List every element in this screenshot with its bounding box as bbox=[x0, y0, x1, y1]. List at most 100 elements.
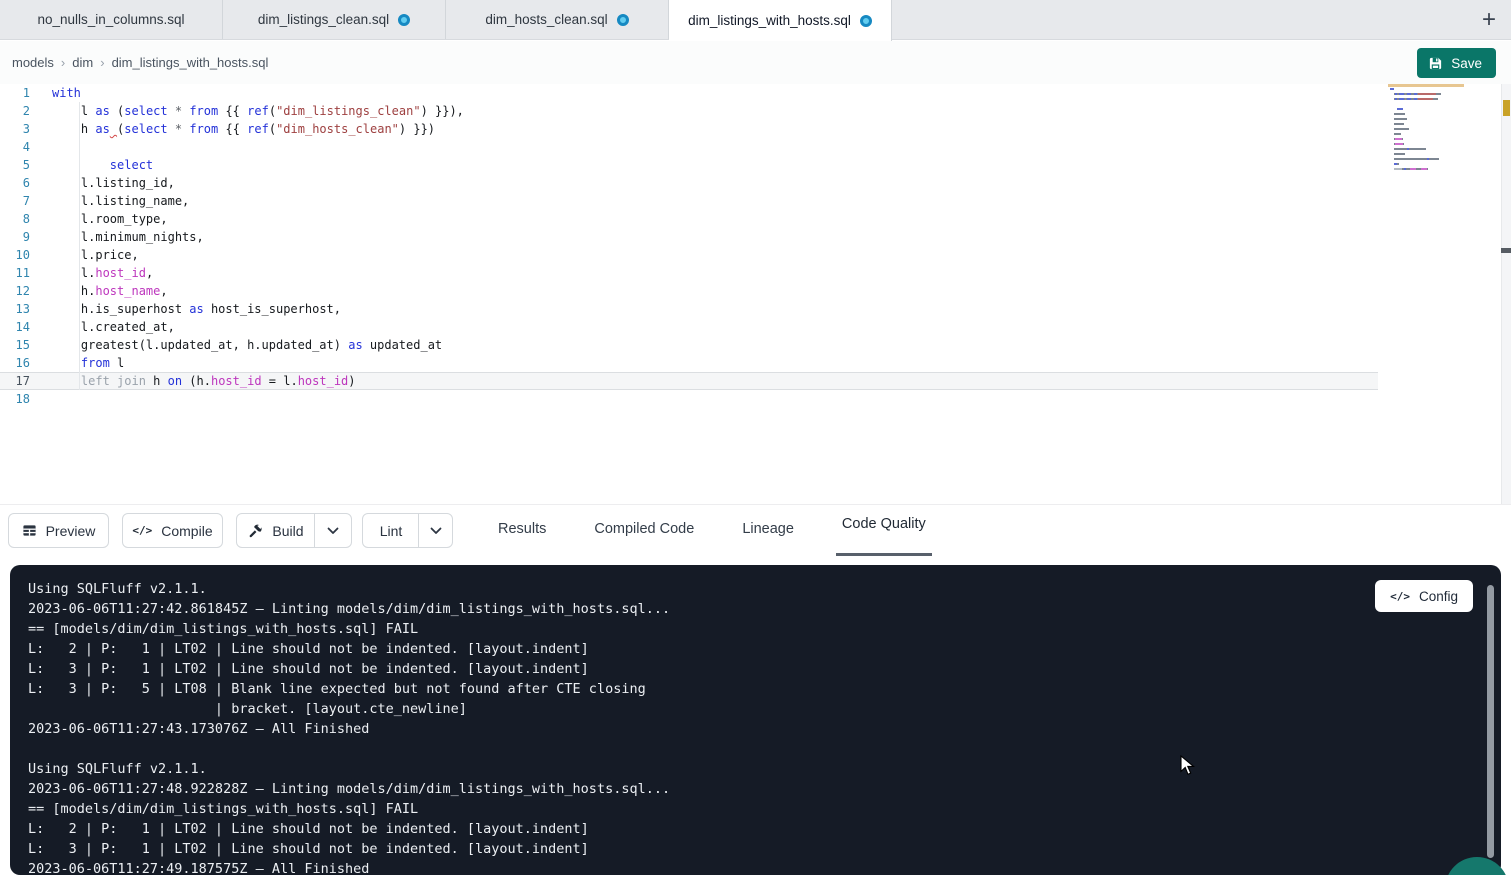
code-text: h.is_superhost as host_is_superhost, bbox=[52, 300, 341, 318]
line-number: 3 bbox=[0, 120, 30, 138]
modified-dot-icon bbox=[617, 14, 629, 26]
code-text: l as (select * from {{ ref("dim_listings… bbox=[52, 102, 464, 120]
line-number: 11 bbox=[0, 264, 30, 282]
minimap-line bbox=[1390, 143, 1462, 145]
compile-button[interactable]: </> Compile bbox=[122, 513, 223, 548]
code-text: l.price, bbox=[52, 246, 139, 264]
panel-tab-label: Compiled Code bbox=[594, 521, 694, 537]
line-number: 6 bbox=[0, 174, 30, 192]
panel-tab-label: Code Quality bbox=[842, 516, 926, 532]
minimap[interactable] bbox=[1390, 88, 1462, 196]
indent-guide bbox=[79, 102, 80, 390]
build-dropdown-button[interactable] bbox=[314, 513, 352, 548]
code-line[interactable]: 6 l.listing_id, bbox=[0, 174, 1378, 192]
minimap-line bbox=[1390, 163, 1462, 165]
code-line[interactable]: 10 l.price, bbox=[0, 246, 1378, 264]
minimap-line bbox=[1390, 98, 1462, 100]
code-line[interactable]: 16 from l bbox=[0, 354, 1378, 372]
code-line[interactable]: 2 l as (select * from {{ ref("dim_listin… bbox=[0, 102, 1378, 120]
lint-button[interactable]: Lint bbox=[362, 513, 420, 548]
terminal-line: 2023-06-06T11:27:42.861845Z – Linting mo… bbox=[28, 599, 1501, 619]
tab-label: dim_listings_with_hosts.sql bbox=[688, 13, 851, 28]
code-text: h.host_name, bbox=[52, 282, 168, 300]
terminal-line: L: 2 | P: 1 | LT02 | Line should not be … bbox=[28, 819, 1501, 839]
terminal-line: 2023-06-06T11:27:48.922828Z – Linting mo… bbox=[28, 779, 1501, 799]
compile-label: Compile bbox=[161, 523, 212, 539]
minimap-line bbox=[1390, 168, 1462, 170]
line-number: 1 bbox=[0, 84, 30, 102]
terminal-line bbox=[28, 739, 1501, 759]
code-text: l.minimum_nights, bbox=[52, 228, 204, 246]
editor-tab[interactable]: no_nulls_in_columns.sql bbox=[0, 0, 223, 39]
code-text: select bbox=[52, 156, 153, 174]
code-text: greatest(l.updated_at, h.updated_at) as … bbox=[52, 336, 442, 354]
ruler-warning-marker bbox=[1503, 100, 1510, 116]
code-line[interactable]: 17 left join h on (h.host_id = l.host_id… bbox=[0, 372, 1378, 390]
breadcrumb-item[interactable]: dim bbox=[72, 55, 93, 70]
code-icon: </> bbox=[1390, 590, 1410, 603]
terminal-lines: Using SQLFluff v2.1.1.2023-06-06T11:27:4… bbox=[28, 579, 1501, 875]
terminal-scrollbar[interactable] bbox=[1487, 585, 1494, 858]
editor-tab[interactable]: dim_listings_clean.sql bbox=[223, 0, 446, 39]
panel-tab-lineage[interactable]: Lineage bbox=[736, 505, 800, 556]
code-line[interactable]: 18 bbox=[0, 390, 1378, 408]
breadcrumb: models›dim›dim_listings_with_hosts.sql bbox=[0, 41, 1511, 84]
minimap-line bbox=[1390, 133, 1462, 135]
editor-tab[interactable]: dim_listings_with_hosts.sql bbox=[669, 0, 892, 41]
config-button[interactable]: </> Config bbox=[1375, 580, 1473, 612]
lint-dropdown-button[interactable] bbox=[418, 513, 453, 548]
build-button[interactable]: Build bbox=[236, 513, 316, 548]
minimap-line bbox=[1390, 113, 1462, 115]
line-number: 18 bbox=[0, 390, 30, 408]
minimap-line bbox=[1390, 118, 1462, 120]
code-text: l.listing_name, bbox=[52, 192, 189, 210]
minimap-line bbox=[1390, 108, 1462, 110]
overview-ruler[interactable] bbox=[1501, 84, 1511, 505]
code-icon: </> bbox=[132, 524, 152, 537]
code-line[interactable]: 3 h as (select * from {{ ref("dim_hosts_… bbox=[0, 120, 1378, 138]
breadcrumb-item[interactable]: models bbox=[12, 55, 54, 70]
panel-tabs: Results Compiled Code Lineage Code Quality bbox=[492, 505, 932, 556]
panel-tab-results[interactable]: Results bbox=[492, 505, 552, 556]
code-line[interactable]: 11 l.host_id, bbox=[0, 264, 1378, 282]
code-line[interactable]: 7 l.listing_name, bbox=[0, 192, 1378, 210]
terminal-line: Using SQLFluff v2.1.1. bbox=[28, 759, 1501, 779]
code-text: l.listing_id, bbox=[52, 174, 175, 192]
line-number: 5 bbox=[0, 156, 30, 174]
line-number: 15 bbox=[0, 336, 30, 354]
terminal-line: 2023-06-06T11:27:43.173076Z – All Finish… bbox=[28, 719, 1501, 739]
new-tab-button[interactable]: + bbox=[1467, 0, 1511, 39]
terminal-line: L: 3 | P: 5 | LT08 | Blank line expected… bbox=[28, 679, 1501, 699]
editor-tab[interactable]: dim_hosts_clean.sql bbox=[446, 0, 669, 39]
line-number: 4 bbox=[0, 138, 30, 156]
code-line[interactable]: 1with bbox=[0, 84, 1378, 102]
terminal-line: | bracket. [layout.cte_newline] bbox=[28, 699, 1501, 719]
preview-button[interactable]: Preview bbox=[8, 513, 109, 548]
code-line[interactable]: 12 h.host_name, bbox=[0, 282, 1378, 300]
minimap-line bbox=[1390, 148, 1462, 150]
terminal-line: == [models/dim/dim_listings_with_hosts.s… bbox=[28, 799, 1501, 819]
action-toolbar: Preview </> Compile Build Lint bbox=[0, 504, 1511, 555]
code-editor[interactable]: 1with2 l as (select * from {{ ref("dim_l… bbox=[0, 84, 1501, 504]
minimap-line bbox=[1390, 93, 1462, 95]
code-line[interactable]: 15 greatest(l.updated_at, h.updated_at) … bbox=[0, 336, 1378, 354]
panel-tab-label: Results bbox=[498, 521, 546, 537]
code-line[interactable]: 9 l.minimum_nights, bbox=[0, 228, 1378, 246]
minimap-line bbox=[1390, 158, 1462, 160]
panel-tab-compiled-code[interactable]: Compiled Code bbox=[588, 505, 700, 556]
breadcrumb-separator: › bbox=[100, 55, 104, 70]
code-line[interactable]: 14 l.created_at, bbox=[0, 318, 1378, 336]
code-line[interactable]: 13 h.is_superhost as host_is_superhost, bbox=[0, 300, 1378, 318]
preview-label: Preview bbox=[46, 523, 96, 539]
save-icon bbox=[1428, 56, 1443, 71]
panel-tab-code-quality[interactable]: Code Quality bbox=[836, 505, 932, 556]
terminal-line: Using SQLFluff v2.1.1. bbox=[28, 579, 1501, 599]
code-line[interactable]: 4 bbox=[0, 138, 1378, 156]
code-text: from l bbox=[52, 354, 124, 372]
breadcrumb-item[interactable]: dim_listings_with_hosts.sql bbox=[112, 55, 269, 70]
modified-dot-icon bbox=[398, 14, 410, 26]
table-icon bbox=[22, 523, 37, 538]
code-line[interactable]: 5 select bbox=[0, 156, 1378, 174]
save-button[interactable]: Save bbox=[1417, 48, 1496, 78]
code-line[interactable]: 8 l.room_type, bbox=[0, 210, 1378, 228]
